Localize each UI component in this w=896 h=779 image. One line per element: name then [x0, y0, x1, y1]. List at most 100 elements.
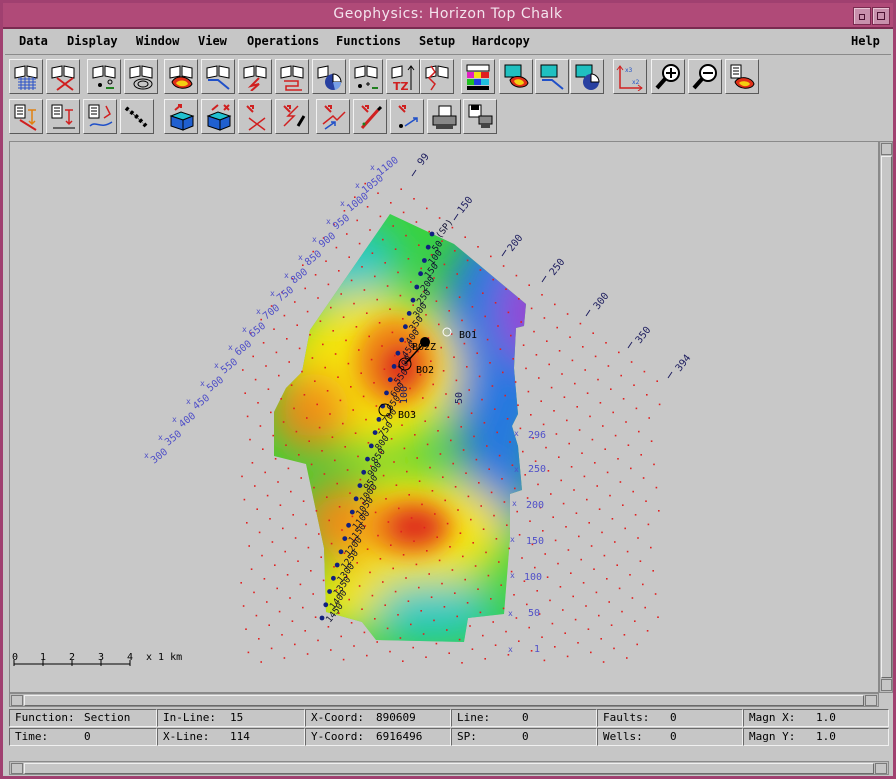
grid-point [329, 413, 331, 415]
zoom-out-button[interactable] [688, 59, 722, 94]
grid-point [487, 574, 490, 577]
edit-line-button[interactable] [353, 99, 387, 134]
grid-point [289, 597, 291, 599]
minimize-button[interactable] [853, 7, 871, 25]
grid-point [342, 422, 344, 425]
map-display-button[interactable] [499, 59, 533, 94]
inline-label: 400 [177, 411, 198, 431]
well-tops-button[interactable] [349, 59, 383, 94]
grid-point [624, 527, 626, 530]
save-print-button[interactable] [463, 99, 497, 134]
menu-operations[interactable]: Operations [247, 34, 319, 48]
grid-point [646, 394, 648, 396]
menu-view[interactable]: View [198, 34, 227, 48]
grid-point [549, 599, 551, 602]
grid-point [452, 462, 454, 465]
horizontal-scrollbar[interactable] [9, 693, 879, 707]
menu-data[interactable]: Data [19, 34, 48, 48]
vertical-scrollbar[interactable] [879, 141, 893, 693]
path-points-button[interactable] [120, 99, 154, 134]
title-bar[interactable]: Geophysics: Horizon Top Chalk [3, 3, 893, 29]
piechart-button[interactable] [312, 59, 346, 94]
delete-fault-button[interactable] [238, 99, 272, 134]
horizon-map[interactable]: (SP)501001502002503003504004505005506006… [10, 142, 878, 692]
grid-point [528, 626, 530, 629]
scroll-left-arrow[interactable] [11, 763, 23, 774]
grid-point [520, 321, 522, 323]
polyline-button[interactable] [275, 59, 309, 94]
close-section-button[interactable] [46, 59, 80, 94]
grid-point [489, 362, 491, 364]
grid-point [486, 338, 489, 341]
calc-curve-button[interactable] [83, 99, 117, 134]
shotpoint-dot [376, 417, 382, 422]
calc-time-button[interactable] [46, 99, 80, 134]
grid-point [630, 467, 632, 470]
vertical-scroll-thumb[interactable] [881, 156, 892, 678]
surface-3d-edit-button[interactable] [201, 99, 235, 134]
grid-point [614, 541, 616, 543]
horizon-map-button[interactable] [164, 59, 198, 94]
grid-point [587, 628, 590, 630]
zoom-in-button[interactable] [651, 59, 685, 94]
grid-point [317, 297, 319, 299]
map-canvas[interactable]: (SP) 50 100 150 200 250 300 350 400 450 500 550 600 6… [9, 141, 879, 693]
shotpoint-dot [425, 244, 431, 250]
line-display-button[interactable] [535, 59, 569, 94]
maximize-button[interactable] [872, 7, 890, 25]
grid-point [642, 583, 644, 586]
grid-point [251, 462, 254, 464]
section-line-button[interactable] [201, 59, 235, 94]
grid-point [514, 381, 517, 383]
menu-display[interactable]: Display [67, 34, 118, 48]
shotpoint-dot [368, 443, 374, 449]
point-pick-button[interactable] [390, 99, 424, 134]
grid-point [497, 325, 499, 327]
grid-point [645, 500, 647, 502]
message-scrollbar[interactable] [9, 761, 889, 775]
grid-point [576, 406, 578, 408]
calculator-map-button[interactable] [725, 59, 759, 94]
grid-point [327, 283, 330, 286]
grid-point [340, 635, 342, 638]
scroll-left-arrow[interactable] [11, 695, 23, 706]
calc-depth-button[interactable] [9, 99, 43, 134]
scroll-down-arrow[interactable] [881, 679, 892, 691]
grid-point [476, 352, 478, 354]
well-select-button[interactable] [87, 59, 121, 94]
surface-3d-button[interactable] [164, 99, 198, 134]
fault-button[interactable] [238, 59, 272, 94]
log-curve-button[interactable] [420, 59, 454, 94]
menu-setup[interactable]: Setup [419, 34, 455, 48]
print-button[interactable] [427, 99, 461, 134]
grid-point [321, 450, 323, 452]
scroll-right-arrow[interactable] [865, 695, 877, 706]
horizontal-scroll-thumb[interactable] [24, 695, 864, 706]
grid-point [507, 311, 510, 314]
svg-text:x: x [508, 645, 513, 654]
scroll-right-arrow[interactable] [875, 763, 887, 774]
pie-display-button[interactable] [570, 59, 604, 94]
digitize-line-button[interactable] [316, 99, 350, 134]
grid-point [606, 578, 608, 580]
well-contour-button[interactable] [124, 59, 158, 94]
message-scroll-thumb[interactable] [24, 763, 874, 774]
grid-point [609, 494, 611, 497]
open-grid-button[interactable] [9, 59, 43, 94]
menu-functions[interactable]: Functions [336, 34, 401, 48]
draw-fault-button[interactable] [275, 99, 309, 134]
menu-window[interactable]: Window [136, 34, 179, 48]
scroll-up-arrow[interactable] [881, 143, 892, 155]
grid-point [420, 610, 422, 612]
colorbar-button[interactable] [461, 59, 495, 94]
menu-hardcopy[interactable]: Hardcopy [472, 34, 530, 48]
tz-button[interactable]: TZ [386, 59, 420, 94]
grid-point [257, 402, 259, 404]
grid-point [437, 430, 439, 432]
axis-scale-button[interactable]: x3 x2 [613, 59, 647, 94]
grid-point [461, 662, 463, 664]
grid-point [550, 386, 553, 389]
grid-point [455, 379, 458, 382]
grid-point [557, 562, 559, 565]
menu-help[interactable]: Help [851, 34, 880, 48]
